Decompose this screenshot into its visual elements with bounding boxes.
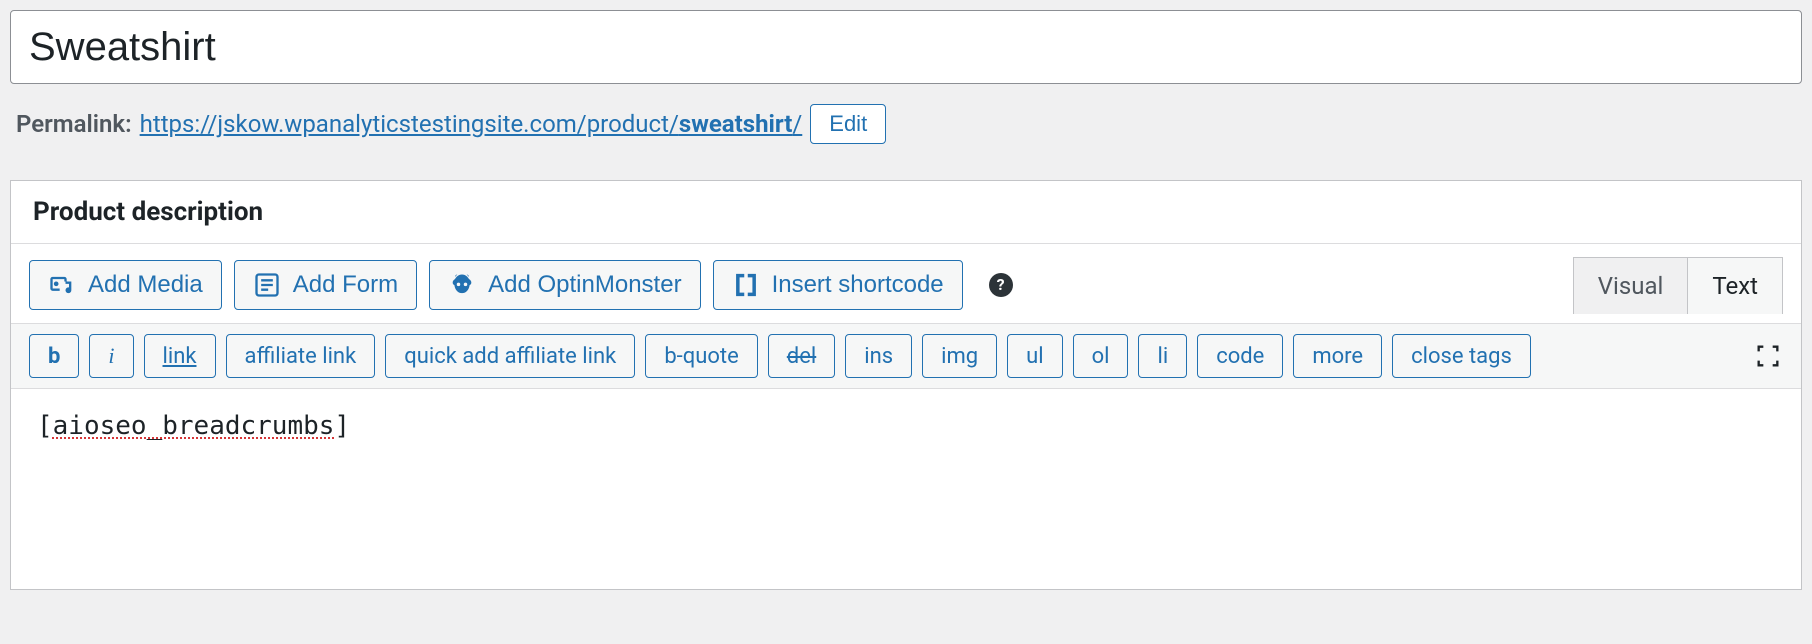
add-form-label: Add Form	[293, 271, 398, 299]
editor-mode-tabs: Visual Text	[1573, 256, 1783, 313]
add-media-label: Add Media	[88, 271, 203, 299]
tab-text[interactable]: Text	[1687, 257, 1783, 314]
qt-bold-button[interactable]: b	[29, 334, 79, 378]
panel-heading: Product description	[11, 181, 1801, 244]
qt-code-button[interactable]: code	[1197, 334, 1283, 378]
tab-visual[interactable]: Visual	[1573, 257, 1689, 314]
qt-ul-button[interactable]: ul	[1007, 334, 1062, 378]
add-optinmonster-button[interactable]: Add OptinMonster	[429, 260, 700, 310]
qt-img-button[interactable]: img	[922, 334, 997, 378]
qt-italic-button[interactable]: i	[89, 334, 133, 378]
permalink-suffix: /	[792, 110, 802, 138]
qt-ins-button[interactable]: ins	[845, 334, 912, 378]
optinmonster-mascot-icon	[448, 271, 476, 299]
qt-ol-button[interactable]: ol	[1073, 334, 1129, 378]
quicktags-toolbar: b i link affiliate link quick add affili…	[11, 323, 1801, 389]
qt-close-tags-button[interactable]: close tags	[1392, 334, 1531, 378]
insert-shortcode-label: Insert shortcode	[772, 271, 944, 299]
qt-li-button[interactable]: li	[1138, 334, 1187, 378]
product-title-input[interactable]	[10, 10, 1802, 84]
editor-close-bracket: ]	[334, 411, 350, 441]
permalink-label: Permalink:	[16, 110, 132, 138]
camera-music-icon	[48, 271, 76, 299]
fullscreen-toggle-icon[interactable]	[1753, 341, 1783, 371]
qt-del-button[interactable]: del	[768, 334, 835, 378]
permalink-prefix: https://jskow.wpanalyticstestingsite.com…	[140, 110, 679, 138]
qt-affiliate-link-button[interactable]: affiliate link	[226, 334, 376, 378]
form-list-icon	[253, 271, 281, 299]
product-description-panel: Product description Add Media Add Form	[10, 180, 1802, 590]
qt-bquote-button[interactable]: b-quote	[645, 334, 757, 378]
editor-textarea[interactable]: [aioseo_breadcrumbs]	[11, 389, 1801, 589]
shortcode-brackets-icon	[732, 271, 760, 299]
qt-more-button[interactable]: more	[1293, 334, 1382, 378]
add-media-button[interactable]: Add Media	[29, 260, 222, 310]
insert-shortcode-button[interactable]: Insert shortcode	[713, 260, 963, 310]
add-form-button[interactable]: Add Form	[234, 260, 417, 310]
permalink-row: Permalink: https://jskow.wpanalyticstest…	[16, 104, 1796, 144]
edit-permalink-button[interactable]: Edit	[810, 104, 886, 144]
add-optinmonster-label: Add OptinMonster	[488, 271, 681, 299]
qt-link-button[interactable]: link	[144, 334, 216, 378]
help-icon[interactable]: ?	[989, 273, 1013, 297]
permalink-slug: sweatshirt	[679, 110, 793, 138]
qt-quick-affiliate-link-button[interactable]: quick add affiliate link	[385, 334, 635, 378]
permalink-link[interactable]: https://jskow.wpanalyticstestingsite.com…	[140, 110, 803, 138]
media-toolbar-row: Add Media Add Form Add OptinMonster	[11, 244, 1801, 313]
editor-shortcode-word: aioseo_breadcrumbs	[53, 411, 335, 441]
editor-open-bracket: [	[37, 411, 53, 441]
